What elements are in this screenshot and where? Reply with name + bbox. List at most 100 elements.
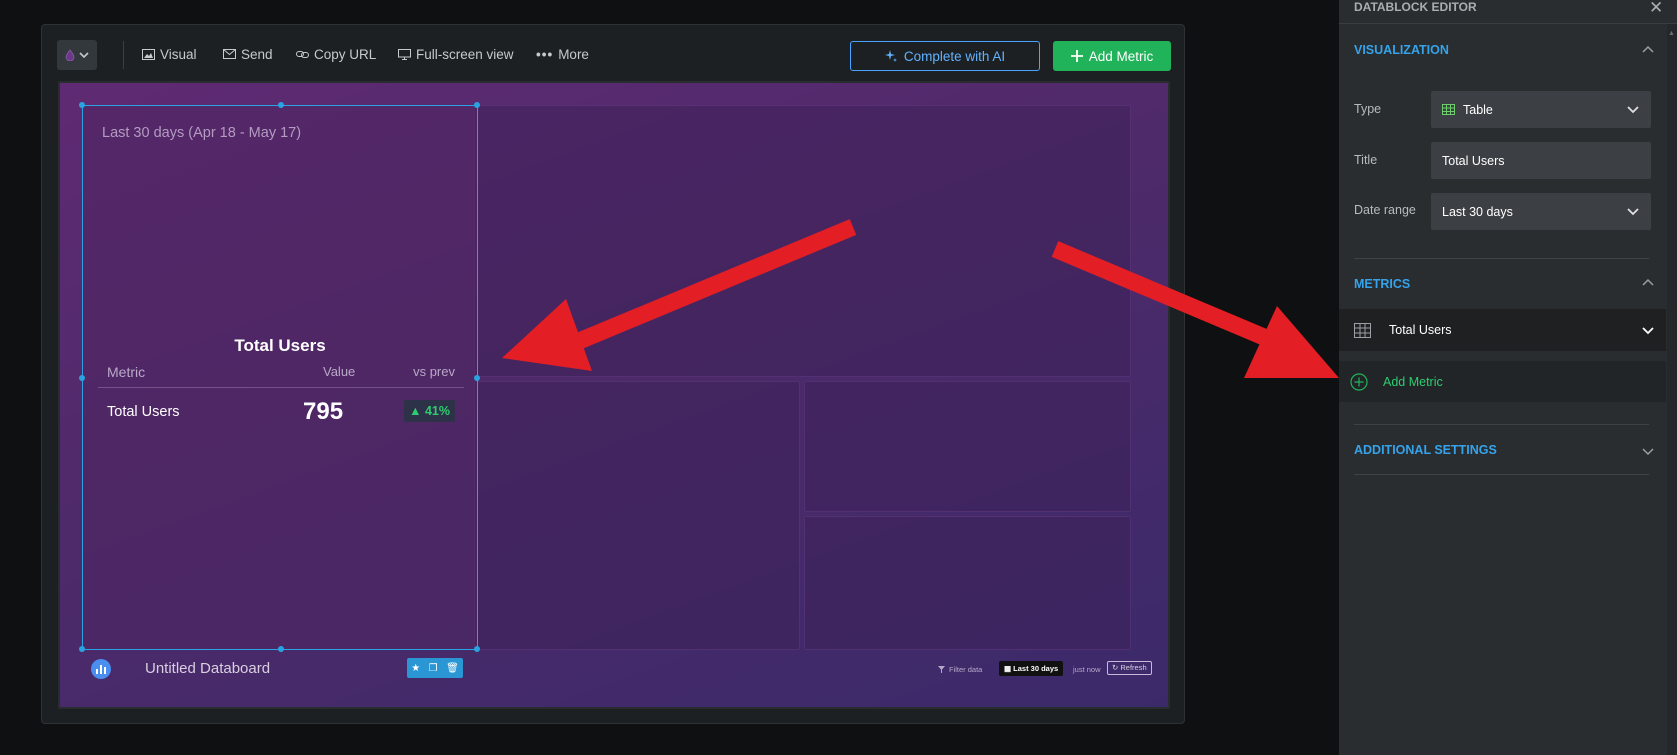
section-divider (1354, 258, 1649, 259)
fullscreen-label: Full-screen view (416, 46, 514, 62)
last-updated: just now (1073, 665, 1101, 674)
envelope-icon (223, 49, 236, 59)
resize-handle[interactable] (79, 646, 85, 652)
title-input-value: Total Users (1442, 153, 1505, 168)
filter-icon (938, 666, 945, 673)
copy-icon[interactable]: ❐ (429, 663, 438, 674)
fullscreen-button[interactable]: Full-screen view (398, 45, 514, 63)
visualization-section-header[interactable]: VISUALIZATION (1354, 43, 1649, 63)
datablock-actions: ★ ❐ 🗑 (407, 658, 463, 678)
chevron-up-icon[interactable] (1641, 43, 1655, 57)
change-badge: ▲ 41% (404, 400, 455, 422)
send-label: Send (241, 46, 273, 62)
date-range-value: Last 30 days (1442, 204, 1513, 219)
metrics-section-header[interactable]: METRICS (1354, 277, 1649, 297)
add-metric-label: Add Metric (1088, 48, 1154, 64)
table-row: Total Users 795 ▲ 41% (98, 396, 464, 426)
filter-data-button[interactable]: Filter data (938, 665, 982, 674)
databoard-frame: Visual Send Copy URL Full-screen view ••… (41, 24, 1185, 724)
section-divider (1354, 474, 1649, 475)
column-header-value: Value (323, 364, 356, 379)
close-icon[interactable]: ✕ (1649, 0, 1663, 18)
table-icon (1442, 104, 1455, 115)
resize-handle[interactable] (79, 375, 85, 381)
empty-tile[interactable] (474, 105, 1131, 377)
sparkle-icon (884, 50, 897, 62)
resize-handle[interactable] (79, 102, 85, 108)
resize-handle[interactable] (278, 646, 284, 652)
metric-item-label: Total Users (1389, 323, 1452, 337)
chevron-up-icon[interactable] (1641, 276, 1655, 290)
plus-circle-icon (1350, 372, 1368, 391)
additional-settings-header[interactable]: ADDITIONAL SETTINGS (1354, 443, 1649, 463)
databox-logo-icon (91, 659, 111, 679)
column-header-vs-prev: vs prev (413, 364, 455, 379)
drop-icon (65, 49, 75, 61)
metric-item[interactable]: Total Users (1339, 309, 1666, 351)
resize-handle[interactable] (474, 102, 480, 108)
more-label: More (558, 46, 589, 62)
date-range-pill[interactable]: ▦ Last 30 days (999, 661, 1064, 676)
datablock-editor-panel: DATABLOCK EDITOR ✕ VISUALIZATION Type Ta… (1339, 0, 1677, 755)
empty-tile[interactable] (804, 381, 1131, 512)
ellipsis-icon: ••• (536, 46, 554, 62)
complete-with-ai-button[interactable]: Complete with AI (850, 41, 1040, 71)
calendar-icon: ▦ (1004, 664, 1014, 673)
toolbar: Visual Send Copy URL Full-screen view ••… (42, 25, 1184, 80)
title-label: Title (1354, 153, 1378, 167)
add-metric-button[interactable]: Add Metric (1053, 41, 1171, 71)
star-icon[interactable]: ★ (411, 663, 420, 674)
resize-handle[interactable] (474, 375, 480, 381)
copy-url-button[interactable]: Copy URL (296, 45, 376, 63)
editor-title: DATABLOCK EDITOR (1354, 0, 1477, 14)
monitor-icon (398, 48, 411, 60)
row-metric-name: Total Users (107, 404, 180, 420)
image-icon (142, 48, 155, 60)
add-metric-row-label: Add Metric (1383, 374, 1443, 389)
type-select[interactable]: Table (1431, 91, 1651, 128)
editor-header: DATABLOCK EDITOR ✕ (1339, 0, 1677, 24)
copy-url-label: Copy URL (314, 46, 377, 62)
filter-label: Filter data (949, 665, 983, 674)
type-value: Table (1463, 102, 1493, 117)
ai-label: Complete with AI (903, 48, 1006, 64)
databoard-canvas: Last 30 days (Apr 18 - May 17) Total Use… (58, 81, 1170, 709)
title-input[interactable]: Total Users (1431, 142, 1651, 179)
chevron-down-icon[interactable] (1641, 444, 1655, 458)
section-divider (1354, 424, 1649, 425)
scroll-up-icon[interactable]: ▲ (1668, 30, 1675, 37)
refresh-button[interactable]: ↻ Refresh (1107, 661, 1152, 675)
link-icon (296, 50, 309, 58)
chevron-down-icon (1627, 106, 1639, 114)
empty-tile[interactable] (804, 516, 1131, 650)
date-range-label: Date range (1354, 203, 1416, 217)
visual-label: Visual (160, 46, 197, 62)
type-label: Type (1354, 102, 1382, 116)
add-metric-row[interactable]: Add Metric (1339, 361, 1666, 402)
date-range-select[interactable]: Last 30 days (1431, 193, 1651, 230)
trash-icon[interactable]: 🗑 (446, 663, 459, 674)
databoard-title[interactable]: Untitled Databoard (145, 660, 270, 677)
column-header-metric: Metric (107, 364, 146, 380)
plus-icon (1070, 50, 1083, 62)
date-range-caption: Last 30 days (Apr 18 - May 17) (102, 125, 302, 141)
chevron-down-icon (79, 52, 89, 59)
resize-handle[interactable] (474, 646, 480, 652)
empty-tile[interactable] (474, 381, 800, 650)
theme-dropdown-button[interactable] (57, 40, 97, 70)
resize-handle[interactable] (278, 102, 284, 108)
selected-datablock[interactable]: Last 30 days (Apr 18 - May 17) Total Use… (79, 102, 480, 652)
refresh-label: Refresh (1120, 663, 1147, 672)
chevron-down-icon[interactable] (1641, 323, 1655, 337)
visual-button[interactable]: Visual (142, 45, 197, 63)
send-button[interactable]: Send (223, 45, 273, 63)
table-title: Total Users (234, 336, 326, 355)
scrollbar[interactable]: ▲ (1667, 24, 1677, 755)
chevron-down-icon (1627, 208, 1639, 216)
table-header: Metric Value vs prev (98, 364, 464, 388)
more-button[interactable]: ••• More (536, 45, 589, 63)
toolbar-divider (123, 41, 124, 69)
row-value: 795 (303, 398, 344, 425)
table-icon (1354, 322, 1371, 338)
date-range-pill-label: Last 30 days (1013, 664, 1059, 673)
